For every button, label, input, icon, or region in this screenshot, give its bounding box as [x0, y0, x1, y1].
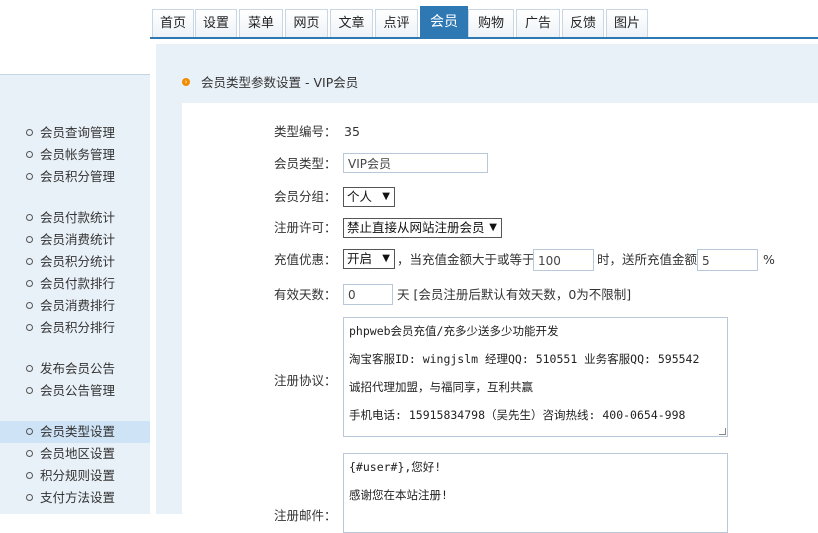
group-select-value: 个人 — [347, 189, 373, 204]
bullet-icon — [26, 258, 33, 265]
recharge-label: 充值优惠： — [274, 252, 337, 267]
bullet-icon — [26, 214, 33, 221]
sidebar-item[interactable]: 会员公告管理 — [0, 380, 150, 402]
sidebar-header — [0, 0, 150, 75]
recharge-text-1: ，当充值金额大于或等于 — [397, 252, 535, 267]
bullet-icon — [26, 151, 33, 158]
agreement-line: 淘宝客服ID: wingjslm 经理QQ: 510551 业务客服QQ: 59… — [349, 352, 700, 366]
recharge-text-2: 时，送所充值金额 — [597, 252, 698, 267]
percent-unit: % — [763, 252, 775, 267]
bullet-icon — [26, 472, 33, 479]
sidebar-item-label: 会员帐务管理 — [40, 147, 116, 162]
agreement-line: phpweb会员充值/充多少送多少功能开发 — [349, 324, 559, 338]
sidebar-item-label: 会员类型设置 — [40, 424, 116, 439]
recharge-amount-input[interactable]: 100 — [533, 249, 594, 271]
group-select[interactable]: 个人 ▼ — [343, 187, 395, 207]
sidebar-item[interactable]: 会员积分排行 — [0, 317, 150, 339]
sidebar-item-label: 积分规则设置 — [40, 468, 116, 483]
bullet-icon — [26, 324, 33, 331]
section-bullet-icon: › — [182, 78, 190, 86]
sidebar-item-label: 支付方法设置 — [40, 490, 116, 505]
bullet-icon — [26, 302, 33, 309]
sidebar-item[interactable]: 会员积分统计 — [0, 251, 150, 273]
reg-permission-select[interactable]: 禁止直接从网站注册会员 ▼ — [343, 218, 502, 238]
tab-3[interactable]: 网页 — [285, 9, 328, 37]
sidebar-item[interactable]: 会员类型设置 — [0, 421, 150, 443]
sidebar-item[interactable]: 会员积分管理 — [0, 166, 150, 188]
sidebar-item[interactable]: 会员查询管理 — [0, 122, 150, 144]
tab-4[interactable]: 文章 — [330, 9, 373, 37]
sidebar-item-label: 会员积分统计 — [40, 254, 116, 269]
agreement-line: 诚招代理加盟，与福同享，互利共赢 — [349, 380, 533, 394]
resize-handle[interactable] — [719, 428, 726, 435]
chevron-down-icon: ▼ — [489, 222, 497, 233]
sidebar-item-label: 会员查询管理 — [40, 125, 116, 140]
sidebar-item-label: 会员消费排行 — [40, 298, 116, 313]
sidebar-item-label: 发布会员公告 — [40, 361, 116, 376]
sidebar-item[interactable]: 会员消费统计 — [0, 229, 150, 251]
type-name-input[interactable]: VIP会员 — [343, 153, 488, 173]
bullet-icon — [26, 173, 33, 180]
days-label: 有效天数： — [274, 287, 337, 302]
type-id-value: 35 — [344, 124, 360, 139]
reg-permission-label: 注册许可： — [274, 220, 337, 235]
sidebar-item-label: 会员消费统计 — [40, 232, 116, 247]
tab-0[interactable]: 首页 — [152, 9, 194, 37]
welcome-textarea[interactable]: {#user#},您好! 感谢您在本站注册! — [343, 453, 728, 533]
welcome-label: 注册邮件： — [274, 508, 337, 523]
bullet-icon — [26, 494, 33, 501]
group-label: 会员分组： — [274, 189, 337, 204]
days-hint: 天 [会员注册后默认有效天数，0为不限制] — [397, 287, 632, 302]
sidebar-item-label: 会员积分排行 — [40, 320, 116, 335]
agreement-textarea[interactable]: phpweb会员充值/充多少送多少功能开发 淘宝客服ID: wingjslm 经… — [343, 317, 728, 437]
sidebar-item[interactable]: 会员付款排行 — [0, 273, 150, 295]
chevron-down-icon: ▼ — [382, 191, 390, 202]
welcome-line: {#user#},您好! — [349, 460, 442, 474]
bullet-icon — [26, 280, 33, 287]
bullet-icon — [26, 365, 33, 372]
sidebar-item-label: 会员付款排行 — [40, 276, 116, 291]
bullet-icon — [26, 450, 33, 457]
sidebar-item[interactable]: 积分规则设置 — [0, 465, 150, 487]
sidebar-item[interactable]: 发布会员公告 — [0, 358, 150, 380]
agreement-label: 注册协议： — [274, 373, 337, 388]
tab-9[interactable]: 反馈 — [562, 9, 604, 37]
section-title: 会员类型参数设置 - VIP会员 — [201, 75, 359, 90]
chevron-down-icon: ▼ — [382, 253, 390, 264]
sidebar-item-label: 会员付款统计 — [40, 210, 116, 225]
sidebar-item[interactable]: 会员消费排行 — [0, 295, 150, 317]
reg-permission-value: 禁止直接从网站注册会员 — [347, 220, 485, 235]
bullet-icon — [26, 129, 33, 136]
sidebar-item[interactable]: 会员地区设置 — [0, 443, 150, 465]
tab-7[interactable]: 购物 — [468, 9, 514, 37]
sidebar: 会员查询管理 会员帐务管理 会员积分管理 会员付款统计 会员消费统计 会员积分统计 会员付款… — [0, 0, 150, 514]
recharge-percent-input[interactable]: 5 — [697, 249, 758, 271]
tab-1[interactable]: 设置 — [195, 9, 237, 37]
type-name-label: 会员类型： — [274, 156, 337, 171]
sidebar-item[interactable]: 支付方法设置 — [0, 487, 150, 509]
tab-5[interactable]: 点评 — [375, 9, 418, 37]
days-input[interactable]: 0 — [343, 284, 393, 305]
welcome-line: 感谢您在本站注册! — [349, 488, 448, 502]
recharge-select-value: 开启 — [347, 251, 373, 266]
sidebar-item[interactable]: 会员付款统计 — [0, 207, 150, 229]
recharge-select[interactable]: 开启 ▼ — [343, 249, 395, 269]
tab-8[interactable]: 广告 — [516, 9, 560, 37]
sidebar-item-label: 会员公告管理 — [40, 383, 116, 398]
sidebar-item-label: 会员地区设置 — [40, 446, 116, 461]
bullet-icon — [26, 428, 33, 435]
tab-2[interactable]: 菜单 — [239, 9, 283, 37]
bullet-icon — [26, 387, 33, 394]
tab-underline — [150, 37, 818, 39]
sidebar-item[interactable]: 会员帐务管理 — [0, 144, 150, 166]
tab-6[interactable]: 会员 — [420, 6, 468, 38]
sidebar-item-label: 会员积分管理 — [40, 169, 116, 184]
tab-10[interactable]: 图片 — [606, 9, 648, 37]
type-id-label: 类型编号： — [274, 124, 337, 139]
agreement-line: 手机电话: 15915834798（吴先生）咨询热线: 400-0654-998 — [349, 408, 686, 422]
bullet-icon — [26, 236, 33, 243]
